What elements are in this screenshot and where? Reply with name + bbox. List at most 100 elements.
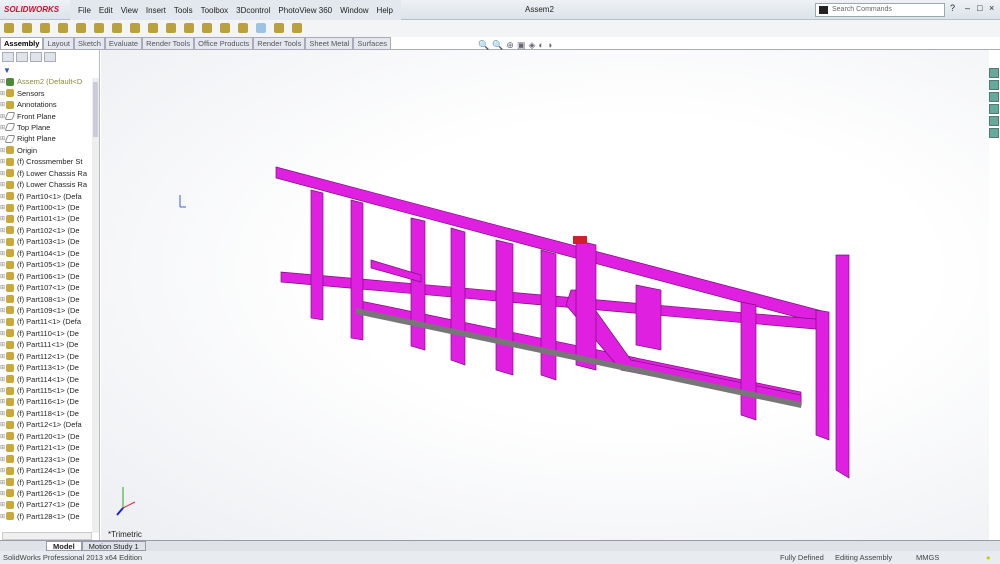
rebuild-icon[interactable]: ● [986,553,991,562]
tab-assembly[interactable]: Assembly [0,37,44,49]
tab-surfaces[interactable]: Surfaces [353,37,391,49]
custom-properties-icon[interactable] [989,128,999,138]
menu-tools[interactable]: Tools [170,6,197,15]
tree-item[interactable]: ⊞ (f) Part127<1> (De [0,499,93,510]
bill-of-materials-icon[interactable] [220,23,230,33]
pattern-icon[interactable] [94,23,104,33]
menu-insert[interactable]: Insert [142,6,170,15]
menu-toolbox[interactable]: Toolbox [197,6,233,15]
tree-item[interactable]: ⊞ (f) Part102<1> (De [0,225,93,236]
feature-manager-tab-icon[interactable] [2,52,14,62]
tree-item[interactable]: ⊞ Front Plane [0,110,93,121]
tree-item[interactable]: ⊞ Origin [0,145,93,156]
tree-item[interactable]: ⊞ (f) Part114<1> (De [0,373,93,384]
tree-item[interactable]: ⊞ (f) Part105<1> (De [0,259,93,270]
tree-vertical-scrollbar[interactable] [92,78,99,533]
appearances-icon[interactable] [989,116,999,126]
tab-model[interactable]: Model [46,541,82,551]
tab-layout[interactable]: Layout [43,37,74,49]
display-manager-tab-icon[interactable] [44,52,56,62]
tree-item[interactable]: ⊞ (f) Part108<1> (De [0,293,93,304]
tab-sketch[interactable]: Sketch [73,37,105,49]
tab-render-tools[interactable]: Render Tools [142,37,195,49]
instant3d-icon[interactable] [256,23,266,33]
tree-item[interactable]: ⊞ (f) Part116<1> (De [0,396,93,407]
tree-horizontal-scrollbar[interactable] [2,532,92,540]
tree-item[interactable]: ⊞ (f) Part101<1> (De [0,213,93,224]
new-icon[interactable] [4,23,14,33]
tree-item[interactable]: ⊞ (f) Part109<1> (De [0,305,93,316]
units-selector[interactable]: MMGS [916,553,939,562]
tree-item[interactable]: ⊞ (f) Part125<1> (De [0,476,93,487]
chassis-model[interactable] [101,50,989,540]
tree-item[interactable]: ⊞ (f) Part128<1> (De [0,511,93,522]
close-button[interactable]: × [989,3,994,13]
tree-item[interactable]: ⊞ (f) Part115<1> (De [0,385,93,396]
tree-item[interactable]: ⊞ (f) Part104<1> (De [0,248,93,259]
tree-item[interactable]: ⊞ (f) Part112<1> (De [0,351,93,362]
snapshot-icon[interactable] [292,23,302,33]
menu-view[interactable]: View [117,6,142,15]
menu-help[interactable]: Help [373,6,397,15]
tree-item[interactable]: ⊞ Sensors [0,87,93,98]
tree-item[interactable]: ⊞ (f) Part126<1> (De [0,488,93,499]
tree-item[interactable]: ⊞ (f) Part121<1> (De [0,442,93,453]
show-hidden-icon[interactable] [148,23,158,33]
tree-item[interactable]: ⊞ Top Plane [0,122,93,133]
tree-item[interactable]: ⊞ (f) Part111<1> (De [0,339,93,350]
resources-icon[interactable] [989,68,999,78]
filter-icon[interactable]: ▼ [3,66,11,75]
menu-edit[interactable]: Edit [95,6,117,15]
file-explorer-icon[interactable] [989,92,999,102]
assembly-features-icon[interactable] [166,23,176,33]
tab-render-tools-2[interactable]: Render Tools [253,37,306,49]
mate-icon[interactable] [76,23,86,33]
tree-item[interactable]: ⊞ (f) Part110<1> (De [0,328,93,339]
menu-photoview[interactable]: PhotoView 360 [274,6,336,15]
open-icon[interactable] [22,23,32,33]
tab-sheet-metal[interactable]: Sheet Metal [305,37,354,49]
tree-item[interactable]: ⊞ (f) Part113<1> (De [0,362,93,373]
view-palette-icon[interactable] [989,104,999,114]
exploded-view-icon[interactable] [238,23,248,33]
tree-item[interactable]: ⊞ (f) Part12<1> (Defa [0,419,93,430]
tree-item[interactable]: ⊞ (f) Part11<1> (Defa [0,316,93,327]
tree-item[interactable]: ⊞ (f) Part123<1> (De [0,453,93,464]
heads-up-view-toolbar[interactable]: 🔍🔍⊕▣◈◐◑ [478,40,555,51]
tree-root-assembly[interactable]: ⊞ Assem2 (Default<D [0,76,93,87]
maximize-button[interactable]: □ [977,3,982,13]
tree-item[interactable]: ⊞ Annotations [0,99,93,110]
minimize-button[interactable]: – [965,3,970,13]
help-icon[interactable]: ? [950,3,955,13]
new-motion-study-icon[interactable] [202,23,212,33]
move-component-icon[interactable] [130,23,140,33]
property-manager-tab-icon[interactable] [16,52,28,62]
graphics-viewport[interactable] [101,50,989,540]
menu-window[interactable]: Window [336,6,372,15]
tab-office-products[interactable]: Office Products [194,37,254,49]
tree-item[interactable]: ⊞ (f) Part124<1> (De [0,465,93,476]
tab-motion-study-1[interactable]: Motion Study 1 [81,541,146,551]
menu-3dcontrol[interactable]: 3Dcontrol [232,6,274,15]
tree-item[interactable]: ⊞ (f) Part107<1> (De [0,282,93,293]
search-commands-input[interactable]: Search Commands [815,3,945,17]
tree-item[interactable]: ⊞ Right Plane [0,133,93,144]
tree-item[interactable]: ⊞ (f) Crossmember St [0,156,93,167]
menu-file[interactable]: File [74,6,95,15]
tree-item[interactable]: ⊞ (f) Part118<1> (De [0,408,93,419]
design-library-icon[interactable] [989,80,999,90]
smart-fasteners-icon[interactable] [112,23,122,33]
edit-component-icon[interactable] [40,23,50,33]
update-icon[interactable] [274,23,284,33]
tree-item[interactable]: ⊞ (f) Part10<1> (Defa [0,190,93,201]
scroll-thumb[interactable] [93,82,98,137]
insert-component-icon[interactable] [58,23,68,33]
tree-item[interactable]: ⊞ (f) Part120<1> (De [0,431,93,442]
tab-evaluate[interactable]: Evaluate [104,37,143,49]
tree-item[interactable]: ⊞ (f) Part100<1> (De [0,202,93,213]
tree-item[interactable]: ⊞ (f) Lower Chassis Ra [0,168,93,179]
reference-geometry-icon[interactable] [184,23,194,33]
tree-item[interactable]: ⊞ (f) Part103<1> (De [0,236,93,247]
tree-item[interactable]: ⊞ (f) Part106<1> (De [0,270,93,281]
tree-item[interactable]: ⊞ (f) Lower Chassis Ra [0,179,93,190]
